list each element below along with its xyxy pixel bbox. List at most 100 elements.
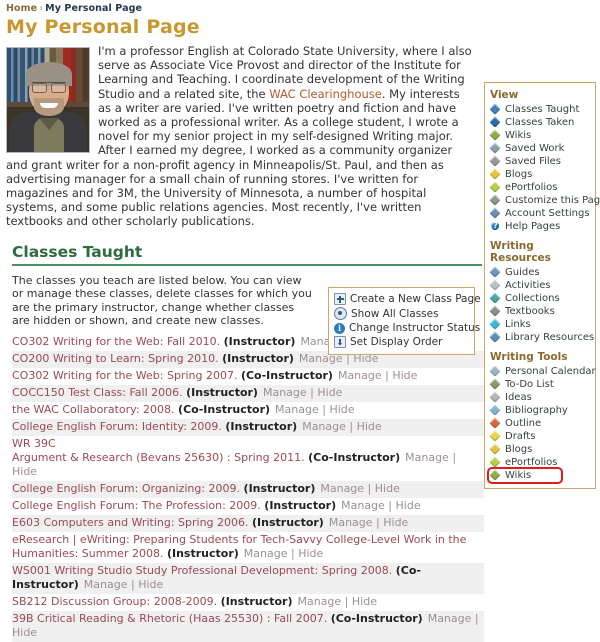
manage-link[interactable]: Manage bbox=[270, 403, 319, 416]
class-name-link[interactable]: CO302 Writing for the Web: Spring 2007. bbox=[12, 369, 237, 382]
sidebar-item-customize-this-page[interactable]: Customize this Page bbox=[489, 194, 600, 207]
sidebar-item-label[interactable]: Outline bbox=[505, 418, 541, 429]
sidebar-item-help-pages[interactable]: Help Pages bbox=[490, 220, 591, 233]
class-name-link[interactable]: CO200 Writing to Learn: Spring 2010. bbox=[12, 352, 219, 365]
class-name-link[interactable]: College English Forum: Identity: 2009. bbox=[12, 420, 222, 433]
sidebar-item-label[interactable]: Blogs bbox=[505, 444, 532, 455]
manage-link[interactable]: Manage bbox=[239, 547, 288, 560]
hide-link[interactable]: Hide bbox=[375, 482, 400, 495]
hide-link[interactable]: Hide bbox=[317, 386, 342, 399]
display-order-icon bbox=[334, 336, 346, 348]
sidebar-item-saved-work[interactable]: Saved Work bbox=[489, 142, 591, 155]
manage-link[interactable]: Manage bbox=[258, 386, 307, 399]
sidebar-item-label[interactable]: Saved Files bbox=[505, 156, 561, 167]
sidebar-item-eportfolios[interactable]: ePortfolios bbox=[489, 181, 591, 194]
sidebar-item-label[interactable]: ePortfolios bbox=[505, 182, 558, 193]
class-name-link[interactable]: the WAC Collaboratory: 2008. bbox=[12, 403, 175, 416]
sidebar-item-label[interactable]: To-Do List bbox=[505, 379, 554, 390]
sidebar-item-label[interactable]: Classes Taken bbox=[505, 117, 574, 128]
class-role: (Instructor) bbox=[243, 482, 316, 496]
sidebar-item-library-resources[interactable]: Library Resources bbox=[489, 331, 594, 344]
hide-link[interactable]: Hide bbox=[138, 578, 163, 591]
sidebar-item-wikis[interactable]: Wikis bbox=[487, 467, 591, 484]
wac-clearinghouse-link[interactable]: WAC Clearinghouse bbox=[269, 87, 382, 101]
sidebar-item-label[interactable]: Customize this Page bbox=[505, 195, 600, 206]
hide-link[interactable]: Hide bbox=[12, 626, 37, 639]
class-name-link[interactable]: WR 39C Argument & Research (Bevans 25630)… bbox=[12, 437, 305, 464]
sidebar-item-drafts[interactable]: Drafts bbox=[489, 430, 591, 443]
sidebar-item-links[interactable]: Links bbox=[489, 318, 591, 331]
sidebar-item-activities[interactable]: Activities bbox=[489, 279, 591, 292]
sidebar-item-label[interactable]: Saved Work bbox=[505, 143, 564, 154]
sidebar-item-wikis[interactable]: Wikis bbox=[489, 129, 591, 142]
class-name-link[interactable]: 39B Critical Reading & Rhetoric (Haas 25… bbox=[12, 612, 327, 625]
class-action-label[interactable]: Show All Classes bbox=[351, 308, 439, 320]
manage-link[interactable]: Manage bbox=[297, 420, 346, 433]
class-name-link[interactable]: CO302 Writing for the Web: Fall 2010. bbox=[12, 335, 220, 348]
sidebar-item-label[interactable]: Wikis bbox=[505, 470, 531, 481]
manage-link[interactable]: Manage bbox=[324, 516, 373, 529]
manage-link[interactable]: Manage bbox=[423, 612, 472, 625]
class-action-row[interactable]: Create a New Class Page bbox=[334, 292, 481, 306]
sidebar-item-saved-files[interactable]: Saved Files bbox=[489, 155, 591, 168]
sidebar-item-label[interactable]: Drafts bbox=[505, 431, 535, 442]
manage-link[interactable]: Manage bbox=[315, 482, 364, 495]
sidebar-item-label[interactable]: Links bbox=[505, 319, 531, 330]
sidebar-item-to-do-list[interactable]: To-Do List bbox=[489, 378, 591, 391]
sidebar-item-label[interactable]: Personal Calendar bbox=[505, 366, 596, 377]
manage-link[interactable]: Manage bbox=[400, 451, 449, 464]
class-action-label[interactable]: Set Display Order bbox=[350, 336, 442, 348]
sidebar-item-textbooks[interactable]: Textbooks bbox=[489, 305, 591, 318]
manage-link[interactable]: Manage bbox=[292, 595, 341, 608]
sidebar-item-label[interactable]: Collections bbox=[505, 293, 560, 304]
class-action-row[interactable]: Show All Classes bbox=[334, 306, 469, 321]
sidebar-item-classes-taken[interactable]: Classes Taken bbox=[489, 116, 591, 129]
sidebar-item-label[interactable]: Ideas bbox=[505, 392, 532, 403]
sidebar-item-personal-calendar[interactable]: Personal Calendar bbox=[489, 365, 596, 378]
class-name-link[interactable]: College English Forum: Organizing: 2009. bbox=[12, 482, 240, 495]
sidebar-item-label[interactable]: Classes Taught bbox=[505, 104, 579, 115]
hide-link[interactable]: Hide bbox=[12, 465, 37, 478]
sidebar-item-outline[interactable]: Outline bbox=[489, 417, 591, 430]
sidebar-item-label[interactable]: Blogs bbox=[505, 169, 532, 180]
class-action-label[interactable]: Create a New Class Page bbox=[350, 293, 481, 305]
hide-link[interactable]: Hide bbox=[298, 547, 323, 560]
class-name-link[interactable]: WS001 Writing Studio Study Professional … bbox=[12, 564, 392, 577]
sidebar-item-ideas[interactable]: Ideas bbox=[489, 391, 591, 404]
class-action-label[interactable]: Change Instructor Status bbox=[349, 322, 480, 334]
sidebar-item-label[interactable]: Account Settings bbox=[505, 208, 590, 219]
sidebar-item-blogs[interactable]: Blogs bbox=[489, 443, 591, 456]
sidebar-item-guides[interactable]: Guides bbox=[489, 266, 591, 279]
sidebar-item-label[interactable]: Help Pages bbox=[505, 221, 560, 232]
class-role: (Instructor) bbox=[166, 547, 239, 561]
sidebar-item-label[interactable]: ePortfolios bbox=[505, 457, 558, 468]
sidebar-item-classes-taught[interactable]: Classes Taught bbox=[489, 103, 591, 116]
class-name-link[interactable]: College English Forum: The Profession: 2… bbox=[12, 499, 261, 512]
hide-link[interactable]: Hide bbox=[396, 499, 421, 512]
sidebar-item-bibliography[interactable]: Bibliography bbox=[489, 404, 591, 417]
manage-link[interactable]: Manage bbox=[333, 369, 382, 382]
sidebar-item-label[interactable]: Guides bbox=[505, 267, 540, 278]
sidebar-item-label[interactable]: Library Resources bbox=[505, 332, 594, 343]
sidebar-item-label[interactable]: Wikis bbox=[505, 130, 531, 141]
sidebar-item-collections[interactable]: Collections bbox=[489, 292, 591, 305]
class-name-link[interactable]: E603 Computers and Writing: Spring 2006. bbox=[12, 516, 249, 529]
hide-link[interactable]: Hide bbox=[383, 516, 408, 529]
hide-link[interactable]: Hide bbox=[329, 403, 354, 416]
sidebar-item-label[interactable]: Textbooks bbox=[505, 306, 555, 317]
hide-link[interactable]: Hide bbox=[357, 420, 382, 433]
hide-link[interactable]: Hide bbox=[352, 595, 377, 608]
class-name-link[interactable]: SB212 Discussion Group: 2008-2009. bbox=[12, 595, 217, 608]
manage-link[interactable]: Manage bbox=[336, 499, 385, 512]
class-action-row[interactable]: i Change Instructor Status bbox=[334, 321, 480, 335]
sidebar-item-blogs[interactable]: Blogs bbox=[489, 168, 591, 181]
breadcrumb-home-link[interactable]: Home bbox=[6, 3, 37, 14]
sidebar-item-label[interactable]: Bibliography bbox=[505, 405, 568, 416]
class-name-link[interactable]: COCC150 Test Class: Fall 2006. bbox=[12, 386, 183, 399]
manage-link[interactable]: Manage bbox=[79, 578, 128, 591]
hide-link[interactable]: Hide bbox=[392, 369, 417, 382]
class-action-row[interactable]: Set Display Order bbox=[334, 335, 469, 349]
sidebar-item-account-settings[interactable]: Account Settings bbox=[489, 207, 591, 220]
sidebar-item-label[interactable]: Activities bbox=[505, 280, 551, 291]
sidebar-item-eportfolios[interactable]: ePortfolios bbox=[489, 456, 591, 469]
